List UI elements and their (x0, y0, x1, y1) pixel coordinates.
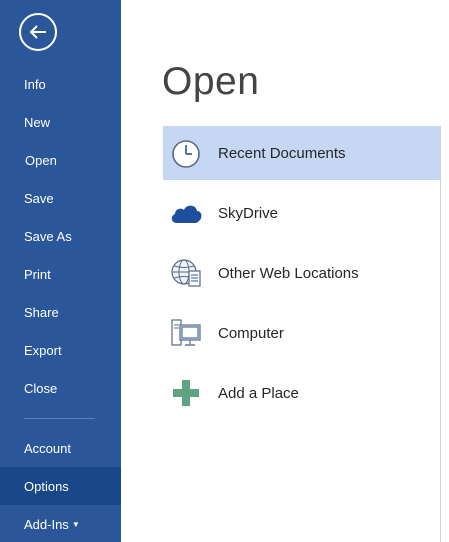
plus-icon (169, 376, 203, 410)
panel-divider (440, 126, 441, 542)
nav-item-label: Open (25, 152, 57, 168)
place-label: Add a Place (218, 384, 299, 402)
nav-item-label: Save As (24, 228, 72, 244)
nav-item-label: Options (24, 478, 69, 494)
nav-item-label: Print (24, 266, 51, 282)
nav-item-save[interactable]: Save (0, 179, 121, 217)
nav-item-options[interactable]: Options (0, 467, 121, 505)
cloud-icon (169, 196, 203, 230)
nav-item-export[interactable]: Export (0, 331, 121, 369)
place-other-web-locations[interactable]: Other Web Locations (163, 246, 440, 300)
backstage-sidebar: Info New Open Save Save As Print Share E… (0, 0, 121, 542)
nav-separator (24, 418, 95, 419)
nav-item-label: Close (24, 380, 58, 396)
computer-icon (169, 316, 203, 350)
place-label: SkyDrive (218, 204, 279, 222)
place-skydrive[interactable]: SkyDrive (163, 186, 440, 240)
nav-item-new[interactable]: New (0, 103, 121, 141)
place-recent-documents[interactable]: Recent Documents (163, 126, 440, 180)
nav-item-label: Account (24, 440, 71, 456)
place-label: Recent Documents (218, 145, 346, 162)
nav-item-account[interactable]: Account (0, 429, 121, 467)
nav-item-label: Info (24, 76, 46, 92)
nav-item-label: Add-Ins (24, 516, 69, 532)
nav-item-info[interactable]: Info (0, 65, 121, 103)
nav-item-label: New (24, 114, 51, 130)
dropdown-caret-icon: ▼ (71, 519, 80, 529)
back-button[interactable] (19, 13, 57, 51)
place-label: Computer (218, 324, 284, 342)
place-label: Other Web Locations (218, 264, 359, 282)
nav-item-save-as[interactable]: Save As (0, 217, 121, 255)
nav-item-label: Export (24, 342, 62, 358)
page-title: Open (162, 60, 260, 103)
clock-icon (169, 137, 203, 171)
nav-item-print[interactable]: Print (0, 255, 121, 293)
nav-item-label: Share (24, 304, 59, 320)
nav-item-add-ins[interactable]: Add-Ins ▼ (0, 505, 121, 542)
place-computer[interactable]: Computer (163, 306, 440, 360)
nav-item-label: Save (24, 190, 54, 206)
back-arrow-icon (29, 25, 46, 39)
nav-item-share[interactable]: Share (0, 293, 121, 331)
globe-icon (169, 256, 203, 290)
place-add-a-place[interactable]: Add a Place (163, 366, 440, 420)
nav-item-open[interactable]: Open (0, 141, 121, 179)
nav-item-close[interactable]: Close (0, 369, 121, 407)
